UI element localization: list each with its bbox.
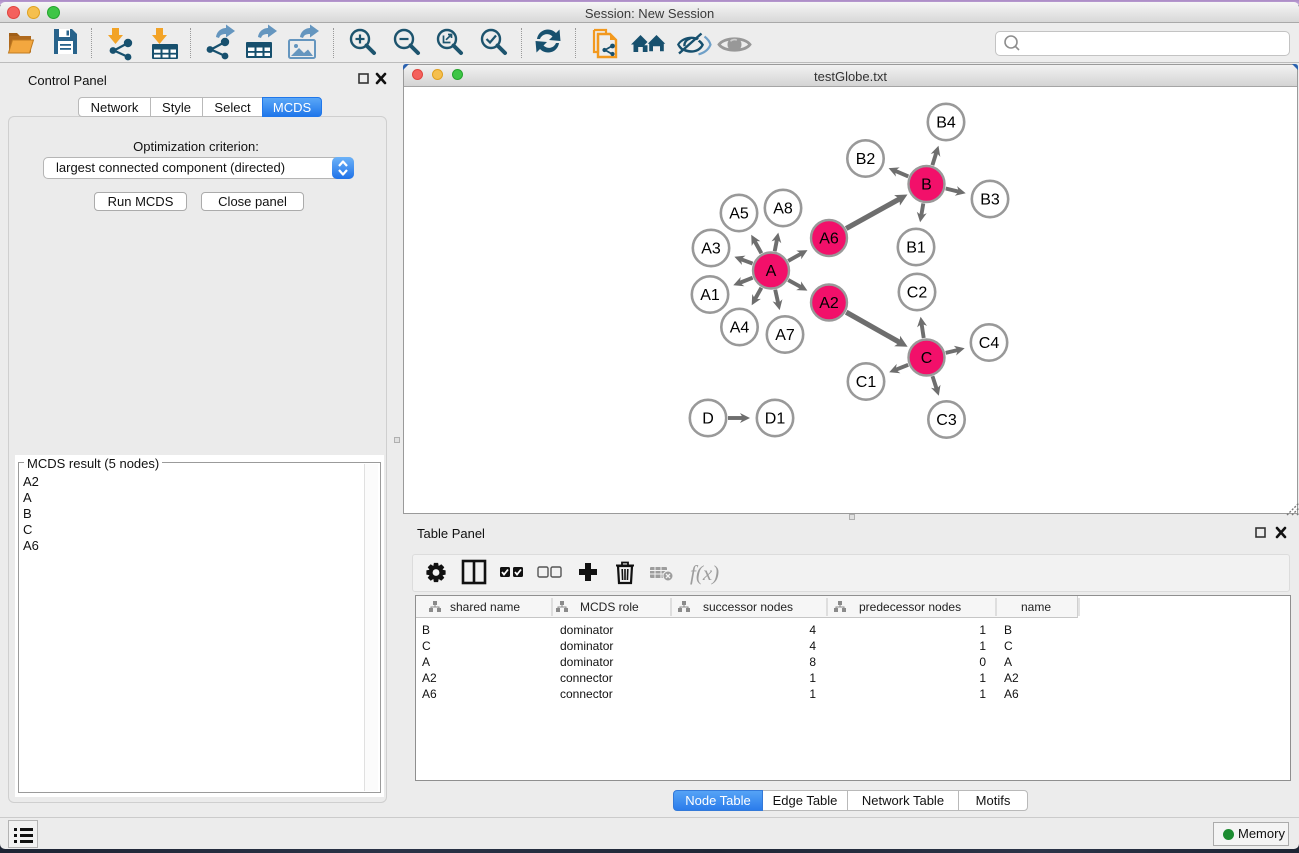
- svg-text:A: A: [766, 263, 777, 280]
- svg-text:B4: B4: [936, 115, 956, 132]
- svg-text:B2: B2: [856, 151, 876, 168]
- svg-text:A1: A1: [700, 287, 720, 304]
- svg-text:A8: A8: [773, 201, 793, 218]
- svg-text:B3: B3: [980, 192, 1000, 209]
- svg-text:D1: D1: [765, 411, 786, 428]
- svg-text:C4: C4: [979, 335, 1000, 352]
- svg-text:C1: C1: [856, 374, 877, 391]
- svg-text:A5: A5: [729, 206, 749, 223]
- svg-text:A6: A6: [819, 231, 839, 248]
- svg-text:A4: A4: [730, 320, 750, 337]
- svg-text:D: D: [702, 411, 714, 428]
- svg-text:A2: A2: [819, 295, 839, 312]
- svg-text:B: B: [921, 177, 932, 194]
- svg-text:A7: A7: [775, 327, 795, 344]
- svg-text:C2: C2: [907, 285, 928, 302]
- svg-text:C3: C3: [936, 412, 957, 429]
- svg-text:f(x): f(x): [690, 561, 719, 585]
- svg-text:A3: A3: [701, 241, 721, 258]
- svg-text:B1: B1: [906, 240, 926, 257]
- svg-text:C: C: [921, 350, 933, 367]
